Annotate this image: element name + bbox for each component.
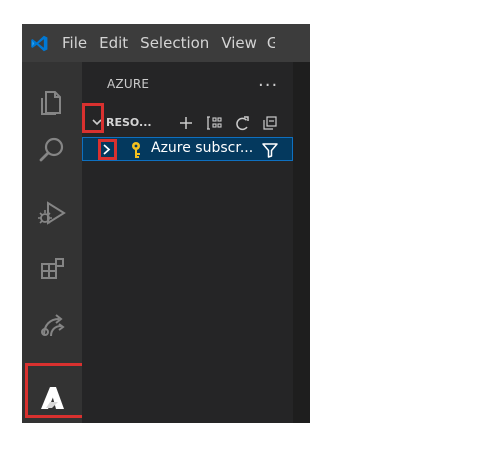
filter-icon-svg — [262, 143, 278, 158]
resources-section-header[interactable]: RESO... — [82, 103, 293, 136]
files-icon — [41, 91, 61, 115]
azure-sidebar: AZURE ... RESO... Azure subscr... — [82, 62, 293, 423]
key-icon-svg — [132, 142, 140, 158]
extensions-icon — [40, 257, 64, 279]
activity-run-debug[interactable] — [22, 187, 82, 239]
chevron-down-icon-svg — [92, 119, 102, 126]
editor-edge — [293, 62, 310, 423]
filter-icon[interactable] — [260, 140, 280, 160]
plus-icon[interactable] — [177, 114, 195, 132]
activity-azure[interactable] — [22, 374, 82, 422]
collapse-all-icon[interactable] — [261, 114, 279, 132]
title-menu-bar: File Edit Selection View G — [22, 24, 310, 62]
vscode-logo-svg — [30, 35, 47, 51]
refresh-icon[interactable] — [233, 114, 251, 132]
menu-selection[interactable]: Selection — [134, 24, 215, 62]
activity-remote[interactable] — [22, 299, 82, 351]
resources-section-title: RESO... — [106, 116, 152, 129]
vscode-logo-icon — [22, 24, 56, 62]
chevron-right-icon-svg — [103, 143, 111, 155]
remote-icon — [41, 314, 65, 337]
plus-icon-svg — [180, 117, 192, 129]
refresh-icon-svg — [235, 115, 249, 130]
chevron-down-icon[interactable] — [89, 112, 105, 132]
debug-icon — [38, 201, 66, 225]
menu-go-clipped[interactable]: G — [263, 24, 275, 62]
menu-view[interactable]: View — [215, 24, 263, 62]
search-icon — [39, 137, 64, 162]
azure-icon — [41, 387, 64, 409]
more-actions-button[interactable]: ... — [258, 70, 278, 91]
activity-extensions[interactable] — [22, 243, 82, 295]
vscode-window: File Edit Selection View G AZURE ... RES… — [22, 24, 310, 423]
azure-subscription-label: Azure subscr... — [151, 140, 254, 156]
key-icon — [128, 141, 144, 159]
activity-explorer[interactable] — [22, 77, 82, 129]
chevron-right-icon[interactable] — [98, 140, 115, 158]
menu-file[interactable]: File — [56, 24, 93, 62]
azure-subscription-tree-item[interactable]: Azure subscr... — [82, 137, 293, 161]
collapse-all-icon-svg — [263, 116, 277, 130]
sidebar-header: AZURE ... — [82, 62, 293, 107]
section-actions — [177, 111, 287, 135]
menu-edit[interactable]: Edit — [93, 24, 134, 62]
activity-search[interactable] — [22, 125, 82, 177]
activity-bar — [22, 62, 95, 423]
group-by-icon[interactable] — [205, 114, 223, 132]
sidebar-title: AZURE — [107, 77, 150, 91]
group-by-icon-svg — [207, 116, 222, 130]
